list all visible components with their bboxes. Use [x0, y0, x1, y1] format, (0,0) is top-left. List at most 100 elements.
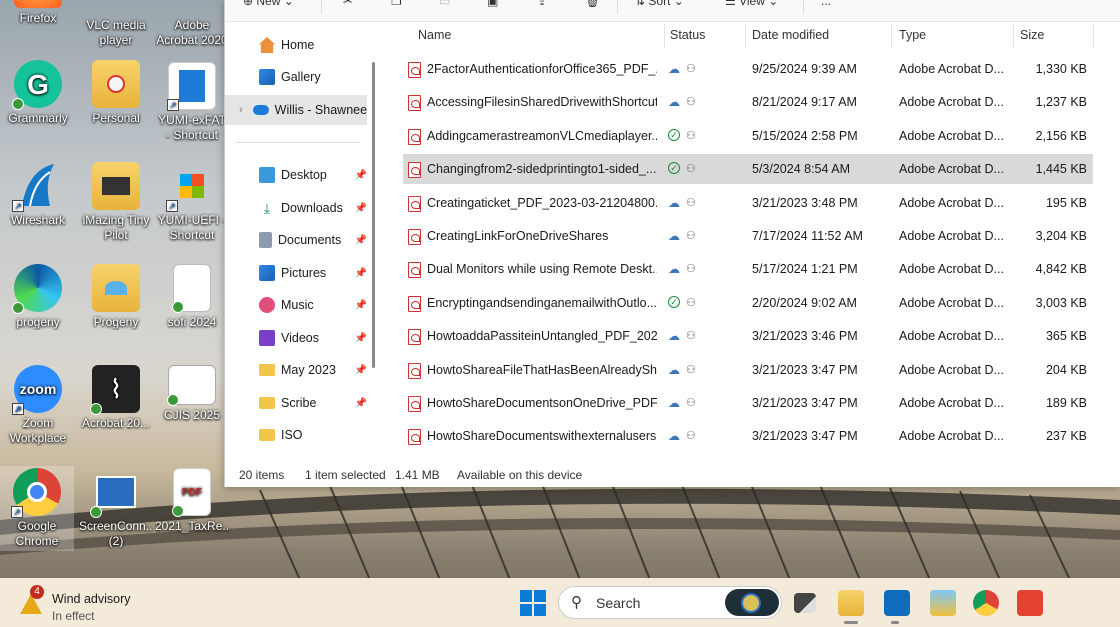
column-header-status[interactable]: Status: [670, 22, 740, 48]
column-divider[interactable]: [1093, 24, 1094, 48]
desktop-icon-yumi-exfat[interactable]: ↗ YUMI-exFAT - Shortcut: [155, 62, 229, 143]
share-icon[interactable]: ⇪: [537, 0, 547, 8]
desktop-icon-firefox[interactable]: Firefox: [1, 0, 75, 26]
file-row[interactable]: HowtoShareaFileThatHasBeenAlreadySh... 3/…: [403, 355, 1093, 385]
shared-person-icon: ⚇: [686, 296, 696, 309]
pin-icon[interactable]: 📌: [355, 398, 367, 409]
rename-icon[interactable]: ▣: [487, 0, 498, 8]
pin-icon[interactable]: 📌: [355, 365, 367, 376]
cloud-only-icon: ☁: [668, 396, 680, 408]
file-row[interactable]: AccessingFilesinSharedDrivewithShortcuts…: [403, 87, 1093, 117]
start-button[interactable]: [520, 590, 546, 616]
column-divider[interactable]: [891, 24, 892, 48]
pin-icon[interactable]: 📌: [355, 333, 367, 344]
nav-item-music[interactable]: Music 📌: [225, 290, 373, 320]
desktop-icon-label: VLC media player: [86, 18, 146, 47]
paste-icon[interactable]: ▭: [439, 0, 450, 8]
cut-icon[interactable]: ✂: [343, 0, 353, 8]
sort-button[interactable]: ⇅ Sort ⌄: [635, 0, 684, 8]
desktop-icon-chrome[interactable]: ↗ Google Chrome: [0, 466, 74, 551]
todoist-icon[interactable]: [1017, 590, 1043, 616]
nav-item-iso[interactable]: ISO: [225, 420, 373, 450]
view-button[interactable]: ☰ View ⌄: [725, 0, 778, 8]
file-explorer-icon[interactable]: [838, 590, 864, 616]
file-row[interactable]: HowtoaddaPassiteinUntangled_PDF_202... 3/…: [403, 321, 1093, 351]
task-view-icon[interactable]: [794, 593, 816, 613]
onedrive-folder-icon[interactable]: [930, 590, 956, 616]
desktop-icon-label: Adobe Acrobat 2020: [156, 18, 228, 47]
copy-icon[interactable]: ❐: [391, 0, 402, 8]
delete-icon[interactable]: 🗑: [585, 0, 600, 8]
column-divider[interactable]: [1013, 24, 1014, 48]
file-row[interactable]: 2FactorAuthenticationforOffice365_PDF_..…: [403, 54, 1093, 84]
column-header-size[interactable]: Size: [1020, 22, 1090, 48]
chrome-taskbar-icon[interactable]: [973, 590, 999, 616]
column-divider[interactable]: [664, 24, 665, 48]
file-row[interactable]: Creatingaticket_PDF_2023-03-21204800.7..…: [403, 188, 1093, 218]
sync-status-icon: [12, 98, 24, 110]
nav-item-label: Gallery: [281, 70, 321, 84]
desktop-icon-zoom[interactable]: zoom ↗ Zoom Workplace: [1, 365, 75, 446]
weather-widget[interactable]: 4 Wind advisory In effect: [18, 584, 188, 623]
desktop-icon-imazing[interactable]: iMazing Tiny Pilot: [79, 162, 153, 243]
desktop-icon-yumi-uefi[interactable]: ↗ YUMI-UEFI - Shortcut: [155, 162, 229, 243]
nav-item-home[interactable]: Home: [225, 30, 373, 60]
new-button[interactable]: ⊕ New ⌄: [243, 0, 294, 8]
nav-item-pictures[interactable]: Pictures 📌: [225, 258, 373, 288]
nav-divider: [235, 142, 360, 143]
pdf-file-icon: [408, 128, 421, 145]
column-header-name[interactable]: Name: [418, 22, 658, 48]
shortcut-arrow-icon: ↗: [12, 200, 24, 212]
desktop-icon-label: YUMI-exFAT - Shortcut: [158, 113, 226, 142]
shared-person-icon: ⚇: [686, 363, 696, 376]
desktop-icon-personal[interactable]: Personal: [79, 60, 153, 126]
desktop-icon-adobe-acrobat[interactable]: Adobe Acrobat 2020: [155, 0, 229, 48]
desktop-icon-progeny-edge[interactable]: progeny: [1, 264, 75, 330]
nav-item-desktop[interactable]: Desktop 📌: [225, 160, 373, 190]
desktop-icon-screenconnect[interactable]: ScreenConn... (2): [79, 468, 153, 549]
nav-item-videos[interactable]: Videos 📌: [225, 323, 373, 353]
file-row[interactable]: EncryptingandsendinganemailwithOutlo... 2…: [403, 288, 1093, 318]
pin-icon[interactable]: 📌: [355, 268, 367, 279]
nav-item-gallery[interactable]: Gallery: [225, 62, 373, 92]
pin-icon[interactable]: 📌: [355, 235, 367, 246]
more-options-button[interactable]: ...: [821, 0, 831, 8]
nav-item-may-2023[interactable]: May 2023 📌: [225, 355, 373, 385]
shared-person-icon: ⚇: [686, 230, 696, 242]
desktop-icon-label: Grammarly: [8, 111, 68, 125]
file-row[interactable]: HowtoShareDocumentsonOneDrive_PDF_... 3/2…: [403, 388, 1093, 418]
desktop-icon-label: sofi 2024: [167, 315, 217, 329]
file-row[interactable]: CreatingLinkForOneDriveShares 7/17/2024 1…: [403, 221, 1093, 251]
pin-icon[interactable]: 📌: [355, 300, 367, 311]
taskbar-search[interactable]: ⚲ Search: [558, 586, 782, 619]
file-row[interactable]: HowtoShareDocumentswithexternalusers... 3…: [403, 421, 1093, 451]
desktop-icon-vlc[interactable]: VLC media player: [79, 0, 153, 48]
desktop-icon-grammarly[interactable]: G Grammarly: [1, 60, 75, 126]
column-divider[interactable]: [745, 24, 746, 48]
nav-scrollbar[interactable]: [372, 62, 375, 368]
desktop-icon-wireshark[interactable]: ↗ Wireshark: [1, 162, 75, 228]
file-name: CreatingLinkForOneDriveShares: [427, 229, 609, 243]
folder-icon: [92, 162, 140, 210]
desktop-icon-acrobat-file[interactable]: ⌇ Acrobat 20...: [79, 365, 153, 431]
file-type: Adobe Acrobat D...: [899, 396, 1004, 410]
pin-icon[interactable]: 📌: [355, 203, 367, 214]
outlook-icon[interactable]: [884, 590, 910, 616]
desktop-icon-sofi[interactable]: sofi 2024: [155, 264, 229, 330]
desktop-icon-progeny-folder[interactable]: Progeny: [79, 264, 153, 330]
pin-icon[interactable]: 📌: [355, 170, 367, 181]
nav-item-label: May 2023: [281, 363, 336, 377]
desktop-icon-taxreturn-pdf[interactable]: PDF 2021_TaxRe...: [155, 468, 229, 534]
file-row[interactable]: AddingcamerastreamonVLCmediaplayer.... 5/…: [403, 121, 1093, 151]
desktop-icon-cjis[interactable]: CJIS 2025: [155, 365, 229, 423]
column-header-type[interactable]: Type: [899, 22, 1009, 48]
nav-item-documents[interactable]: Documents 📌: [225, 225, 373, 255]
chevron-right-icon[interactable]: ›: [239, 104, 243, 116]
file-row[interactable]: Dual Monitors while using Remote Deskt..…: [403, 254, 1093, 284]
nav-item-onedrive[interactable]: › Willis - Shawnee: [225, 95, 367, 125]
file-row[interactable]: Changingfrom2-sidedprintingto1-sided_...…: [403, 154, 1093, 185]
file-size: 195 KB: [1045, 195, 1087, 210]
column-header-date[interactable]: Date modified: [752, 22, 882, 48]
nav-item-downloads[interactable]: ⤓ Downloads 📌: [225, 193, 373, 223]
nav-item-scribe[interactable]: Scribe 📌: [225, 388, 373, 418]
